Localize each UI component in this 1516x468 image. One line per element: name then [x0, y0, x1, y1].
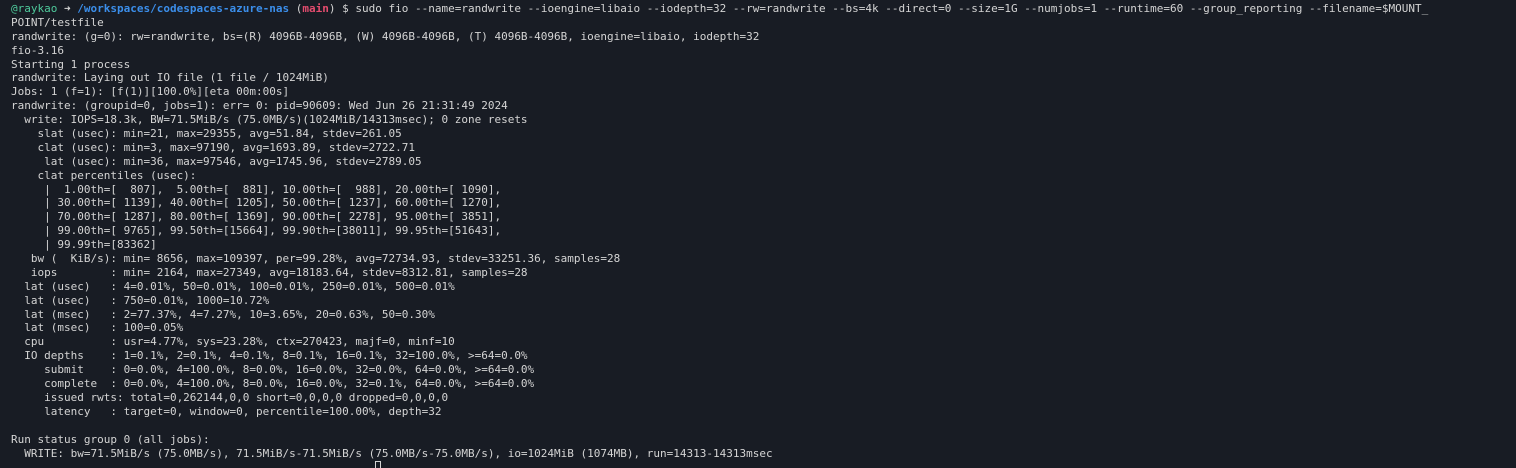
output-line: latency : target=0, window=0, percentile… [11, 404, 442, 418]
output-line: lat (usec) : 750=0.01%, 1000=10.72% [11, 293, 270, 307]
prompt-branch-close: ) [328, 2, 336, 15]
output-line: complete : 0=0.0%, 4=100.0%, 8=0.0%, 16=… [11, 377, 535, 391]
output-line: WRITE: bw=71.5MiB/s (75.0MB/s), 71.5MiB/… [11, 446, 773, 460]
output-line: slat (usec): min=21, max=29355, avg=51.8… [11, 127, 402, 141]
output-line: lat (msec) : 100=0.05% [11, 321, 184, 335]
output-line: iops : min= 2164, max=27349, avg=18183.6… [11, 265, 528, 279]
terminal-window[interactable]: @raykao ➜ /workspaces/codespaces-azure-n… [0, 0, 1516, 468]
output-line: Starting 1 process [11, 57, 131, 71]
output-line: cpu : usr=4.77%, sys=23.28%, ctx=270423,… [11, 335, 455, 349]
prompt-user: @raykao [11, 2, 58, 15]
output-line: randwrite: Laying out IO file (1 file / … [11, 71, 329, 85]
output-line: clat (usec): min=3, max=97190, avg=1693.… [11, 140, 415, 154]
command-output: POINT/testfile randwrite: (g=0): rw=randw… [11, 16, 1516, 461]
output-line: lat (msec) : 2=77.37%, 4=7.27%, 10=3.65%… [11, 307, 435, 321]
input-line[interactable] [11, 460, 1516, 468]
output-line: randwrite: (groupid=0, jobs=1): err= 0: … [11, 99, 508, 113]
output-line: | 30.00th=[ 1139], 40.00th=[ 1205], 50.0… [11, 196, 502, 210]
output-line: IO depths : 1=0.1%, 2=0.1%, 4=0.1%, 8=0.… [11, 349, 528, 363]
command-prompt-line: @raykao ➜ /workspaces/codespaces-azure-n… [11, 2, 1516, 16]
output-line: write: IOPS=18.3k, BW=71.5MiB/s (75.0MB/… [11, 113, 528, 127]
output-line: Jobs: 1 (f=1): [f(1)][100.0%][eta 00m:00… [11, 85, 290, 99]
prompt-git-branch: main [302, 2, 329, 15]
prompt-path: /workspaces/codespaces-azure-nas [77, 2, 290, 15]
output-line: clat percentiles (usec): [11, 168, 197, 182]
output-line: | 99.00th=[ 9765], 99.50th=[15664], 99.9… [11, 224, 502, 238]
output-line: fio-3.16 [11, 43, 64, 57]
output-line: lat (usec) : 4=0.01%, 50=0.01%, 100=0.01… [11, 279, 455, 293]
output-line: submit : 0=0.0%, 4=100.0%, 8=0.0%, 16=0.… [11, 363, 535, 377]
prompt-branch-open: ( [289, 2, 303, 15]
output-line: issued rwts: total=0,262144,0,0 short=0,… [11, 390, 449, 404]
output-line: | 1.00th=[ 807], 5.00th=[ 881], 10.00th=… [11, 182, 502, 196]
terminal-cursor [375, 461, 381, 468]
output-line: Run status group 0 (all jobs): [11, 432, 210, 446]
output-line: POINT/testfile [11, 15, 104, 29]
prompt-arrow-icon: ➜ [63, 2, 71, 15]
output-line: lat (usec): min=36, max=97546, avg=1745.… [11, 154, 422, 168]
output-line: randwrite: (g=0): rw=randwrite, bs=(R) 4… [11, 29, 760, 43]
command-text: $ sudo fio --name=randwrite --ioengine=l… [335, 2, 1429, 15]
output-line: | 70.00th=[ 1287], 80.00th=[ 1369], 90.0… [11, 210, 502, 224]
output-line: bw ( KiB/s): min= 8656, max=109397, per=… [11, 252, 621, 266]
output-line: | 99.99th=[83362] [11, 238, 157, 252]
